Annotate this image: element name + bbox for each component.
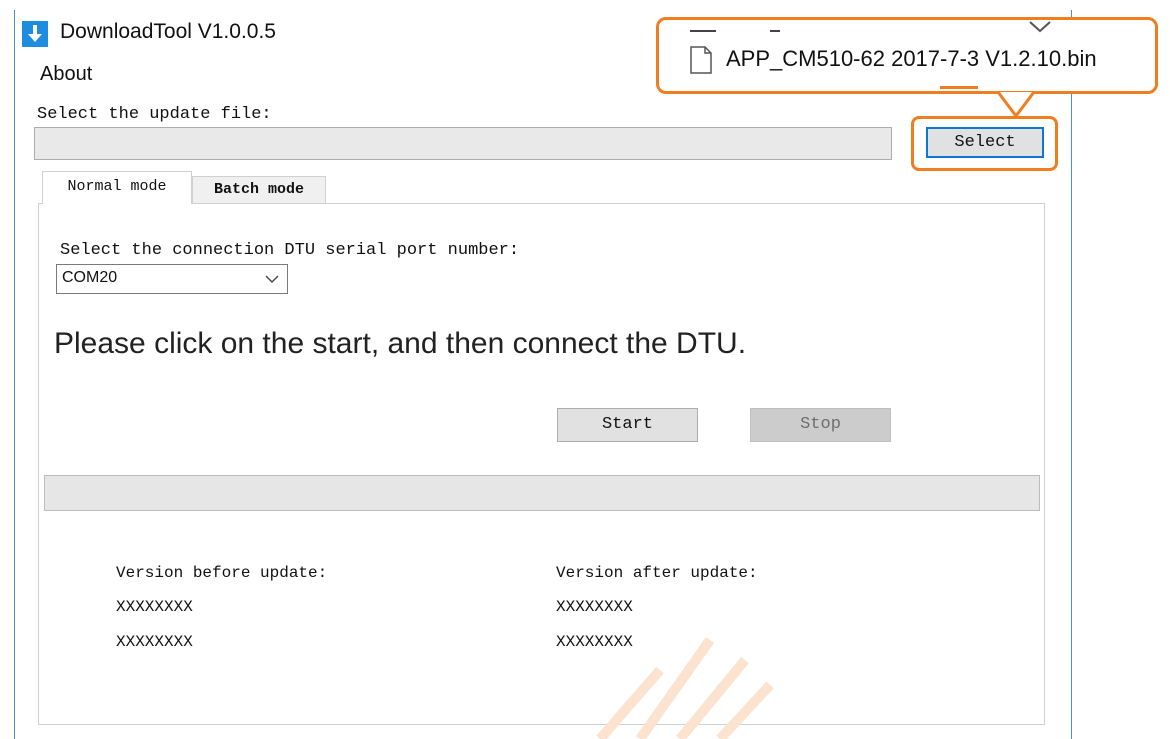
watermark-stripes: [596, 637, 774, 739]
instruction-text: Please click on the start, and then conn…: [54, 327, 747, 360]
tab-normal-mode[interactable]: Normal mode: [42, 171, 192, 204]
port-select[interactable]: COM20: [56, 264, 288, 294]
version-after-label: Version after update:: [556, 564, 758, 582]
version-after-line1: XXXXXXXX: [556, 598, 633, 616]
select-highlight-frame: [911, 116, 1058, 171]
version-before-line2: XXXXXXXX: [116, 633, 193, 651]
stop-button[interactable]: Stop: [750, 408, 891, 442]
menu-about[interactable]: About: [40, 63, 92, 86]
callout-accent-line: [940, 86, 978, 89]
window-title: DownloadTool V1.0.0.5: [60, 20, 276, 43]
callout-pointer: [996, 91, 1036, 119]
start-button[interactable]: Start: [557, 408, 698, 442]
tab-batch-mode[interactable]: Batch mode: [192, 176, 326, 204]
document-icon: [690, 46, 712, 74]
select-file-label: Select the update file:: [37, 105, 272, 124]
callout-partial-line: [770, 30, 780, 32]
callout-filename: APP_CM510-62 2017-7-3 V1.2.10.bin: [726, 46, 1097, 71]
chevron-down-icon: [1029, 21, 1051, 33]
port-value: COM20: [62, 269, 118, 286]
callout-partial-line: [690, 30, 716, 32]
file-path-field[interactable]: [34, 127, 892, 160]
version-before-label: Version before update:: [116, 564, 328, 582]
port-label: Select the connection DTU serial port nu…: [60, 241, 520, 260]
download-arrow-icon: [22, 21, 48, 47]
chevron-down-icon: [265, 275, 279, 283]
version-before-line1: XXXXXXXX: [116, 598, 193, 616]
progress-bar: [44, 475, 1040, 511]
